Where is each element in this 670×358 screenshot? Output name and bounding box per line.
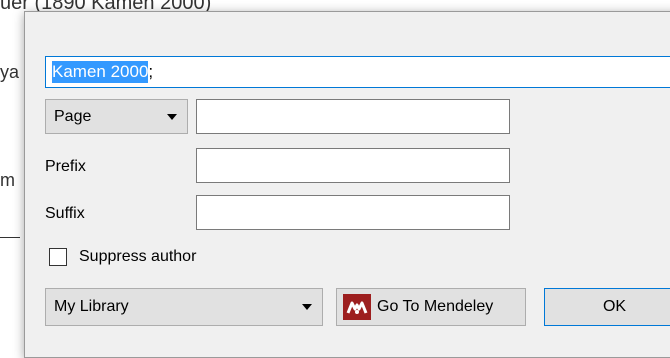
citation-text-field[interactable]: Kamen 2000 ; xyxy=(45,56,670,88)
ok-button[interactable]: OK xyxy=(544,288,670,326)
library-select-value: My Library xyxy=(54,298,129,315)
suffix-label: Suffix xyxy=(45,205,85,222)
go-to-mendeley-label: Go To Mendeley xyxy=(377,298,494,315)
mendeley-logo-icon xyxy=(343,294,371,320)
chevron-down-icon xyxy=(167,113,177,120)
library-select[interactable]: My Library xyxy=(45,288,323,326)
prefix-label: Prefix xyxy=(45,158,86,175)
prefix-input[interactable] xyxy=(196,148,510,183)
document-text-fragment: ya xyxy=(0,62,20,82)
citation-dialog: Kamen 2000 ; Page Prefix Suffix Suppress… xyxy=(24,11,670,358)
locator-input[interactable] xyxy=(196,99,510,134)
suppress-author-checkbox[interactable] xyxy=(49,248,67,266)
suffix-input[interactable] xyxy=(196,195,510,230)
document-text-fragment: m xyxy=(0,170,15,190)
suppress-author-label[interactable]: Suppress author xyxy=(79,248,196,266)
locator-type-value: Page xyxy=(54,107,92,125)
go-to-mendeley-button[interactable]: Go To Mendeley xyxy=(336,288,526,326)
locator-type-select[interactable]: Page xyxy=(45,99,188,134)
ok-label: OK xyxy=(602,298,627,315)
citation-selected-text: Kamen 2000 xyxy=(52,61,149,83)
chevron-down-icon xyxy=(302,304,312,310)
citation-suffix-text: ; xyxy=(148,62,154,81)
document-rule xyxy=(0,237,20,238)
